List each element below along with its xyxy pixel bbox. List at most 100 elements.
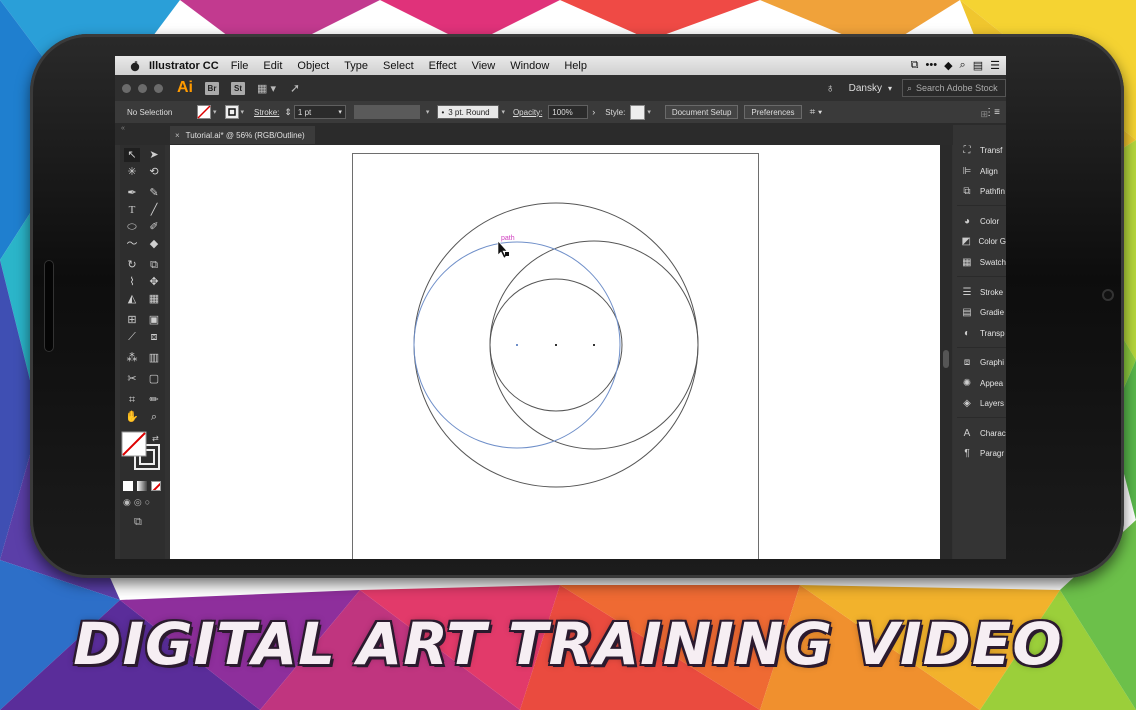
- crop-tool-icon[interactable]: ⌗: [124, 393, 140, 407]
- panel-gradient[interactable]: ▤ Gradie: [953, 304, 1006, 320]
- panel-layers[interactable]: ◈ Layers: [953, 395, 1006, 411]
- menu-file[interactable]: File: [231, 60, 249, 72]
- line-tool-icon[interactable]: ╱: [146, 203, 162, 217]
- blend-tool-icon[interactable]: ⧈: [146, 330, 162, 344]
- lasso-tool-icon[interactable]: ⟲: [146, 165, 162, 179]
- panel-align[interactable]: ⊫ Align: [953, 163, 1006, 179]
- free-transform-tool-icon[interactable]: ✥: [146, 275, 162, 289]
- rotate-tool-icon[interactable]: ↻: [124, 258, 140, 272]
- document-tab[interactable]: × Tutorial.ai* @ 56% (RGB/Outline): [170, 126, 315, 144]
- scale-tool-icon[interactable]: ⧉: [146, 258, 162, 272]
- menu-select[interactable]: Select: [383, 60, 414, 72]
- chevron-down-icon[interactable]: ▾: [647, 108, 651, 116]
- variable-width-profile[interactable]: [353, 105, 420, 119]
- panel-color[interactable]: ◕ Color: [953, 213, 1006, 229]
- apple-icon[interactable]: [129, 60, 141, 72]
- stock-button[interactable]: St: [231, 81, 245, 95]
- none-mode-icon[interactable]: [151, 481, 161, 491]
- canvas[interactable]: path: [170, 145, 940, 559]
- warp-tool-icon[interactable]: ⌇: [124, 275, 140, 289]
- symbol-sprayer-tool-icon[interactable]: ⁂: [124, 351, 140, 365]
- slice-tool-icon[interactable]: ✂: [124, 372, 140, 386]
- window-zoom-button[interactable]: [154, 83, 163, 93]
- window-close-button[interactable]: [122, 83, 131, 93]
- panel-color-guide[interactable]: ◩ Color G: [953, 233, 1006, 249]
- magic-wand-tool-icon[interactable]: ✳: [124, 165, 140, 179]
- search-stock-input[interactable]: ⌕ Search Adobe Stock: [902, 79, 1006, 97]
- menu-type[interactable]: Type: [344, 60, 368, 72]
- close-tab-icon[interactable]: ×: [175, 131, 180, 140]
- gradient-mode-icon[interactable]: [137, 481, 147, 491]
- panel-swatches[interactable]: ▦ Swatch: [953, 254, 1006, 270]
- stroke-swatch[interactable]: [224, 105, 239, 119]
- panel-pathfinder[interactable]: ⧉ Pathfin: [953, 183, 1006, 199]
- paintbrush-tool-icon[interactable]: ✐: [146, 220, 162, 234]
- fill-swatch[interactable]: [197, 105, 211, 119]
- panel-graphic-styles[interactable]: ⧈ Graphi: [953, 354, 1006, 370]
- shaper-tool-icon[interactable]: 〜: [124, 237, 140, 251]
- panel-paragraph[interactable]: ¶ Paragr: [953, 445, 1006, 461]
- eyedropper-tool-icon[interactable]: ⟋: [124, 330, 140, 344]
- chevron-down-icon[interactable]: ▾: [888, 84, 892, 93]
- pencil-tool-icon[interactable]: ✏: [146, 393, 162, 407]
- type-tool-icon[interactable]: T: [124, 203, 140, 217]
- align-options-icon[interactable]: ⌗ ▾: [810, 107, 823, 118]
- style-swatch[interactable]: [630, 104, 646, 120]
- menu-window[interactable]: Window: [510, 60, 549, 72]
- fill-stroke-swatches[interactable]: ⇄: [121, 431, 163, 473]
- hand-tool-icon[interactable]: ✋: [124, 410, 140, 424]
- dropbox-icon[interactable]: ◆: [944, 59, 952, 72]
- chevron-down-icon[interactable]: ▾: [241, 108, 245, 116]
- gradient-tool-icon[interactable]: ▣: [146, 313, 162, 327]
- panel-character[interactable]: A Charac: [953, 425, 1006, 441]
- column-graph-tool-icon[interactable]: ▥: [146, 351, 162, 365]
- stepper-icon[interactable]: ⇕: [284, 107, 292, 118]
- notifications-icon[interactable]: ☰: [990, 59, 1000, 72]
- chevron-down-icon[interactable]: ▾: [426, 108, 430, 116]
- panel-appearance[interactable]: ✺ Appea: [953, 375, 1006, 391]
- chevron-right-icon[interactable]: ›: [592, 107, 595, 117]
- menu-object[interactable]: Object: [297, 60, 329, 72]
- more-icon[interactable]: •••: [926, 59, 938, 72]
- preferences-button[interactable]: Preferences: [744, 105, 802, 119]
- menu-help[interactable]: Help: [564, 60, 587, 72]
- pen-tool-icon[interactable]: ✒: [124, 186, 140, 200]
- panel-transparency[interactable]: ◐ Transp: [953, 325, 1006, 341]
- zoom-tool-icon[interactable]: ⌕: [146, 410, 162, 424]
- chevron-down-icon[interactable]: ▾: [501, 108, 505, 116]
- gpu-performance-icon[interactable]: ➚: [290, 81, 300, 95]
- direct-selection-tool-icon[interactable]: ➤: [146, 148, 162, 162]
- workspace-switcher[interactable]: Dansky: [849, 83, 882, 94]
- screen-record-icon[interactable]: ⧉: [911, 59, 919, 72]
- document-setup-button[interactable]: Document Setup: [664, 105, 739, 119]
- color-mode-icon[interactable]: [123, 481, 133, 491]
- scrollbar-thumb[interactable]: [943, 350, 949, 368]
- draw-normal-icon[interactable]: ◉: [123, 497, 134, 507]
- toolbar-collapse-icon[interactable]: «: [121, 125, 125, 132]
- stroke-weight-field[interactable]: 1 pt ▾: [293, 105, 346, 119]
- ellipse-tool-icon[interactable]: ⬭: [124, 220, 140, 234]
- shape-builder-tool-icon[interactable]: ◭: [124, 292, 140, 306]
- search-icon[interactable]: ⌕: [960, 59, 966, 72]
- panel-collapse-icon[interactable]: ⊞: [980, 109, 988, 120]
- arrange-documents-icon[interactable]: ▦ ▾: [257, 82, 276, 95]
- eraser-tool-icon[interactable]: ◆: [146, 237, 162, 251]
- draw-inside-icon[interactable]: ○: [145, 497, 153, 507]
- mesh-tool-icon[interactable]: ⊞: [124, 313, 140, 327]
- selection-tool-icon[interactable]: ↖: [124, 148, 140, 162]
- vertical-scrollbar[interactable]: [940, 145, 952, 559]
- screen-mode-icon[interactable]: ⧉: [134, 516, 142, 529]
- brush-definition[interactable]: • 3 pt. Round: [437, 105, 500, 119]
- panel-transform[interactable]: ⛶ Transf: [953, 142, 1006, 158]
- menu-effect[interactable]: Effect: [429, 60, 457, 72]
- lightbulb-icon[interactable]: ♁: [826, 81, 835, 95]
- chevron-down-icon[interactable]: ▾: [213, 108, 217, 116]
- opacity-field[interactable]: 100%: [548, 105, 589, 119]
- artboard-tool-icon[interactable]: ▢: [146, 372, 162, 386]
- panel-stroke[interactable]: ☰ Stroke: [953, 284, 1006, 300]
- window-minimize-button[interactable]: [138, 83, 147, 93]
- perspective-grid-tool-icon[interactable]: ▦: [146, 292, 162, 306]
- display-icon[interactable]: ▤: [973, 59, 983, 72]
- curvature-tool-icon[interactable]: ✎: [146, 186, 162, 200]
- bridge-button[interactable]: Br: [205, 81, 219, 95]
